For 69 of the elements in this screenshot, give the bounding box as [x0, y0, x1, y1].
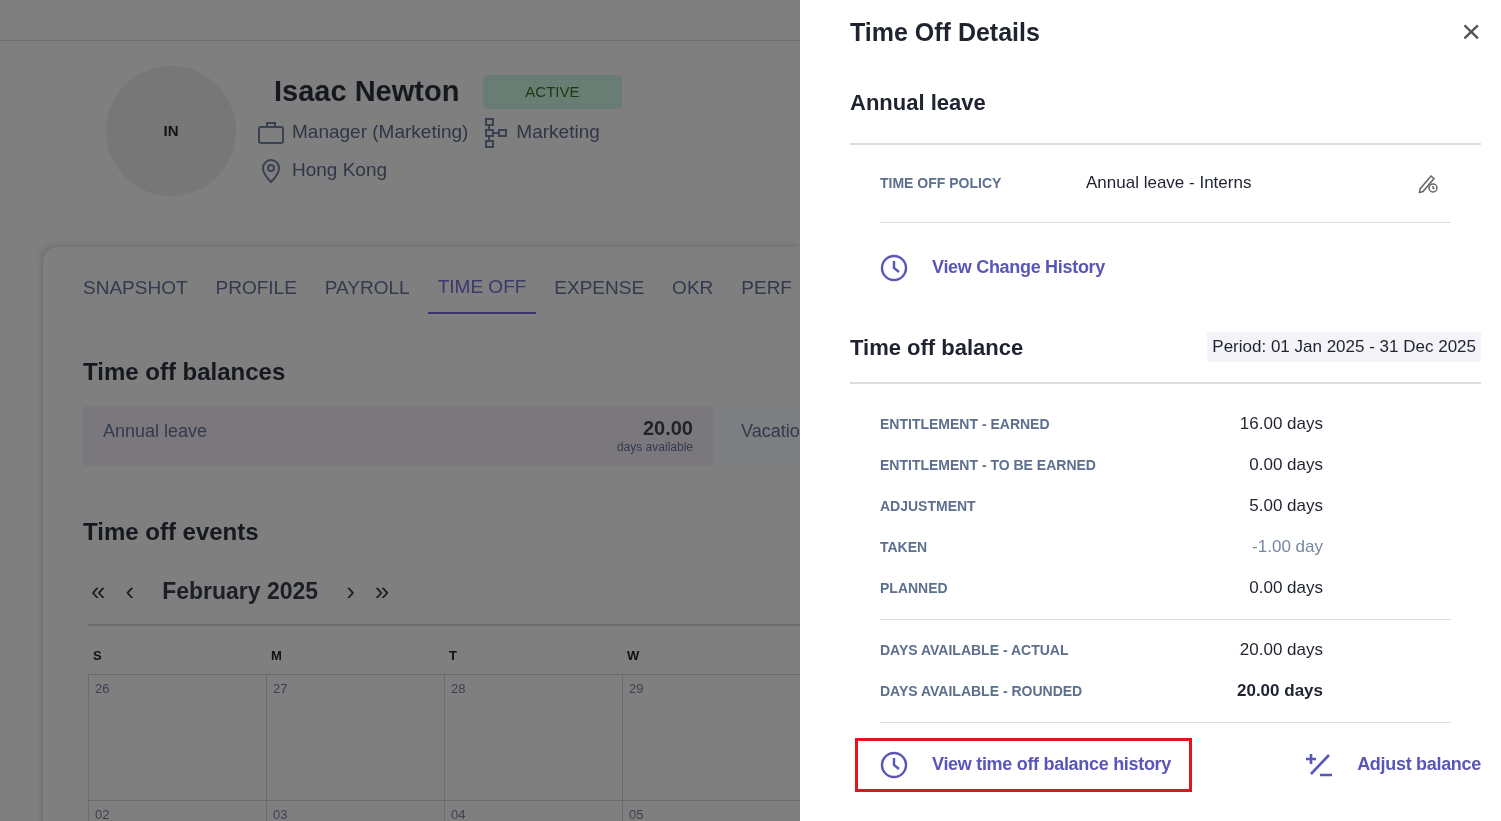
- balance-label: ADJUSTMENT: [880, 496, 977, 516]
- balance-value: 0.00 days: [1248, 577, 1323, 600]
- card-title: Vacatio: [741, 420, 800, 441]
- position-text: Manager (Marketing): [292, 120, 469, 145]
- balance-history-link[interactable]: View time off balance history: [858, 740, 1190, 789]
- balance-value: 20.00 days: [1238, 639, 1323, 662]
- field-label: TIME OFF POLICY: [880, 173, 1003, 193]
- balance-value: 20.00: [641, 417, 693, 438]
- close-button[interactable]: ×: [1461, 14, 1481, 48]
- clock-icon: [880, 750, 908, 779]
- balance-card[interactable]: Vacatio: [721, 405, 800, 466]
- balance-value: -1.00 day: [1251, 536, 1323, 559]
- section-title: Time off balance: [850, 333, 1024, 362]
- calendar-day[interactable]: 05: [622, 799, 800, 821]
- balance-label: TAKEN: [880, 537, 929, 557]
- next-button[interactable]: ›: [338, 577, 363, 604]
- balance-value: 5.00 days: [1248, 495, 1323, 518]
- previous-button[interactable]: ‹: [117, 577, 143, 604]
- weekday-label: S: [92, 647, 103, 665]
- tab[interactable]: TIME OFF: [427, 273, 537, 314]
- tab[interactable]: EXPENSE: [544, 273, 655, 314]
- location-text: Hong Kong: [292, 157, 388, 182]
- balance-value: 20.00 days: [1236, 680, 1323, 703]
- clock-icon: [880, 253, 908, 282]
- change-history-link[interactable]: View Change History: [932, 254, 1106, 281]
- section-title: Time off events: [83, 516, 260, 547]
- balance-value: 0.00 days: [1248, 454, 1323, 477]
- last-page-button[interactable]: »: [366, 577, 398, 604]
- tab[interactable]: PROFILE: [205, 273, 307, 314]
- calendar-day[interactable]: 28: [444, 673, 622, 800]
- link-text: Adjust balance: [1357, 753, 1481, 776]
- link-text: View time off balance history: [932, 753, 1172, 776]
- department-text: Marketing: [516, 120, 600, 145]
- card-title: Annual leave: [103, 419, 208, 443]
- weekday-label: W: [626, 647, 641, 665]
- balance-label: ENTITLEMENT - EARNED: [880, 414, 1051, 434]
- first-page-button[interactable]: «: [83, 577, 114, 604]
- weekday-label: M: [270, 647, 283, 665]
- avatar: IN: [106, 66, 236, 196]
- calendar-day[interactable]: 02: [88, 799, 266, 821]
- calendar-day[interactable]: 04: [444, 799, 622, 821]
- tab[interactable]: PERF: [731, 273, 800, 314]
- plus-minus-icon: [1305, 751, 1334, 778]
- section-title: Time off balances: [83, 356, 287, 387]
- balance-unit: days available: [616, 438, 693, 456]
- month-title: February 2025: [162, 576, 319, 606]
- balance-value: 16.00 days: [1238, 413, 1323, 436]
- balance-label: ENTITLEMENT - TO BE EARNED: [880, 455, 1097, 475]
- status-badge: ACTIVE: [483, 74, 622, 109]
- balance-label: DAYS AVAILABLE - ACTUAL: [880, 640, 1070, 660]
- calendar-day[interactable]: 26: [88, 673, 266, 800]
- balance-label: DAYS AVAILABLE - ROUNDED: [880, 681, 1084, 701]
- calendar-day[interactable]: 03: [266, 799, 444, 821]
- field-value: Annual leave - Interns: [1086, 172, 1253, 195]
- calendar-day[interactable]: 27: [266, 673, 444, 800]
- adjust-balance-link[interactable]: Adjust balance: [1305, 751, 1481, 778]
- period-label: Period: 01 Jan 2025 - 31 Dec 2025: [1207, 332, 1481, 362]
- edit-pencil-icon[interactable]: [1417, 172, 1439, 194]
- tab[interactable]: OKR: [662, 273, 724, 314]
- leave-type-title: Annual leave: [850, 88, 987, 117]
- hierarchy-icon: [484, 117, 509, 148]
- weekday-label: T: [448, 647, 458, 665]
- balance-card[interactable]: Annual leave 20.00 days available: [83, 405, 713, 466]
- tab[interactable]: PAYROLL: [314, 273, 420, 314]
- balance-label: PLANNED: [880, 578, 949, 598]
- panel-title: Time Off Details: [850, 17, 1040, 48]
- employee-name: Isaac Newton: [274, 74, 460, 109]
- briefcase-icon: [258, 120, 284, 145]
- tab[interactable]: SNAPSHOT: [73, 273, 198, 314]
